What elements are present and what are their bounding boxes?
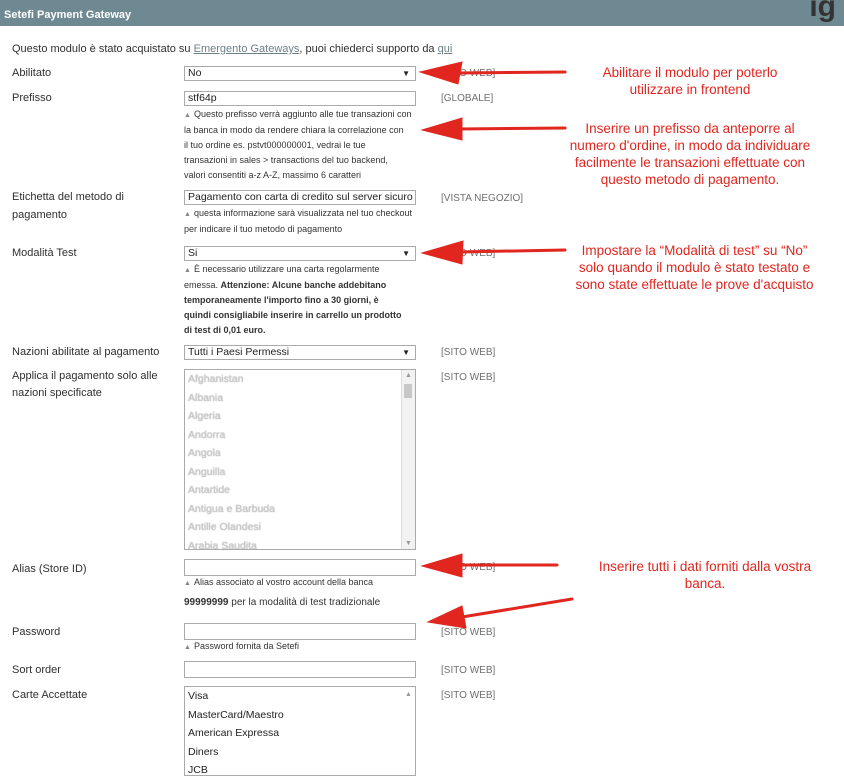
- arrowhead-icon: [426, 605, 467, 629]
- arrowhead-icon: [420, 240, 464, 265]
- annotation-arrows: [418, 61, 574, 629]
- arrowhead-icon: [420, 117, 463, 141]
- arrowhead-icon: [418, 61, 463, 85]
- arrow-enable: [453, 70, 567, 75]
- arrow-test: [456, 248, 567, 254]
- arrow-prefix: [456, 126, 567, 131]
- arrowhead-icon: [420, 553, 463, 578]
- arrow-password: [460, 597, 574, 619]
